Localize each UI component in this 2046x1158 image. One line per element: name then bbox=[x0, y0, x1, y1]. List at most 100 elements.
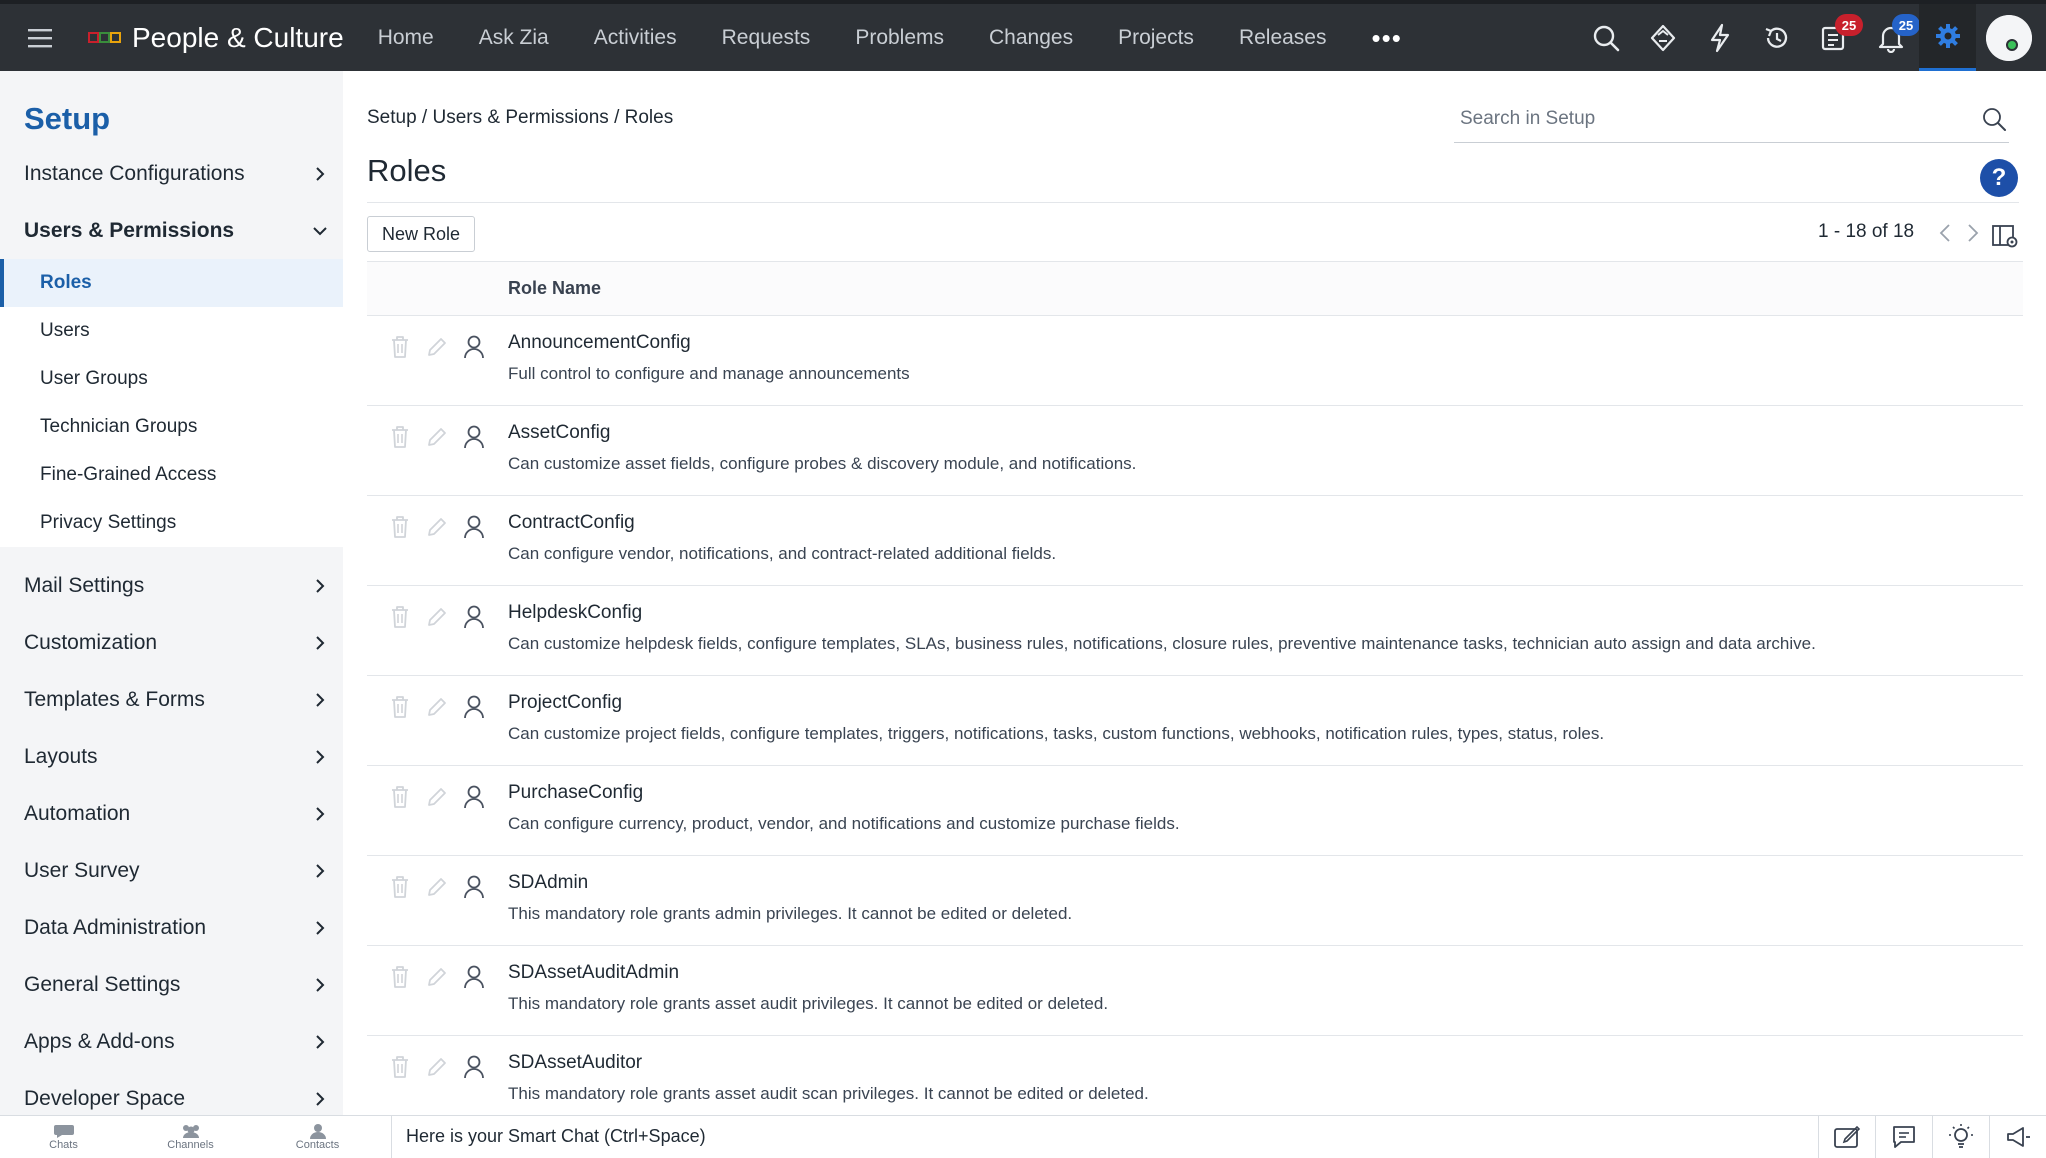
role-name[interactable]: AssetConfig bbox=[508, 422, 1136, 444]
edit-icon[interactable] bbox=[418, 962, 455, 992]
delete-icon[interactable] bbox=[381, 872, 418, 902]
user-icon[interactable] bbox=[455, 1052, 492, 1082]
user-icon[interactable] bbox=[455, 332, 492, 362]
chevron-right-icon bbox=[316, 863, 325, 878]
brand[interactable]: People & Culture bbox=[88, 22, 344, 54]
previous-page-icon[interactable] bbox=[1935, 221, 1955, 245]
column-header-role-name[interactable]: Role Name bbox=[508, 278, 601, 299]
edit-icon[interactable] bbox=[418, 872, 455, 902]
hamburger-menu-icon[interactable] bbox=[20, 18, 60, 58]
sidebar-section-label: Apps & Add-ons bbox=[24, 1029, 175, 1053]
sidebar-section-general-settings[interactable]: General Settings bbox=[0, 956, 343, 1013]
settings-icon[interactable] bbox=[1919, 4, 1976, 71]
nav-problems[interactable]: Problems bbox=[855, 26, 944, 50]
smart-chat-input[interactable]: Here is your Smart Chat (Ctrl+Space) bbox=[406, 1126, 1818, 1147]
role-name[interactable]: SDAssetAuditAdmin bbox=[508, 962, 1108, 984]
edit-icon[interactable] bbox=[418, 332, 455, 362]
delete-icon[interactable] bbox=[381, 962, 418, 992]
nav-activities[interactable]: Activities bbox=[594, 26, 677, 50]
role-cell: HelpdeskConfig Can customize helpdesk fie… bbox=[508, 602, 1816, 654]
sidebar-section-apps-add-ons[interactable]: Apps & Add-ons bbox=[0, 1013, 343, 1070]
sidebar-section-developer-space[interactable]: Developer Space bbox=[0, 1070, 343, 1115]
sidebar-item-privacy-settings[interactable]: Privacy Settings bbox=[0, 499, 343, 547]
sidebar-section-customization[interactable]: Customization bbox=[0, 614, 343, 671]
sidebar-item-roles[interactable]: Roles bbox=[0, 259, 343, 307]
role-name[interactable]: AnnouncementConfig bbox=[508, 332, 910, 354]
delete-icon[interactable] bbox=[381, 332, 418, 362]
compose-note-icon[interactable] bbox=[1818, 1115, 1875, 1158]
user-icon[interactable] bbox=[455, 872, 492, 902]
lightbulb-icon[interactable] bbox=[1932, 1115, 1989, 1158]
delete-icon[interactable] bbox=[381, 1052, 418, 1082]
help-icon[interactable]: ? bbox=[1980, 159, 2018, 197]
user-icon[interactable] bbox=[455, 422, 492, 452]
search-icon[interactable] bbox=[1577, 4, 1634, 71]
new-role-button[interactable]: New Role bbox=[367, 216, 476, 252]
tasks-badge: 25 bbox=[1835, 14, 1863, 36]
role-name[interactable]: SDAssetAuditor bbox=[508, 1052, 1149, 1074]
role-name[interactable]: PurchaseConfig bbox=[508, 782, 1180, 804]
sidebar-section-instance-configurations[interactable]: Instance Configurations bbox=[0, 145, 343, 202]
search-input[interactable] bbox=[1454, 107, 1981, 130]
sidebar-item-user-groups[interactable]: User Groups bbox=[0, 355, 343, 403]
edit-icon[interactable] bbox=[418, 782, 455, 812]
user-icon[interactable] bbox=[455, 692, 492, 722]
sidebar-item-users[interactable]: Users bbox=[0, 307, 343, 355]
user-icon[interactable] bbox=[455, 962, 492, 992]
delete-icon[interactable] bbox=[381, 782, 418, 812]
sidebar-section-data-administration[interactable]: Data Administration bbox=[0, 899, 343, 956]
nav-ask-zia[interactable]: Ask Zia bbox=[479, 26, 549, 50]
announcement-icon[interactable] bbox=[1989, 1115, 2046, 1158]
notifications-icon[interactable]: 25 bbox=[1862, 4, 1920, 71]
sidebar-section-layouts[interactable]: Layouts bbox=[0, 728, 343, 785]
divider bbox=[391, 1115, 392, 1158]
column-settings-icon[interactable] bbox=[1991, 223, 2019, 249]
nav-requests[interactable]: Requests bbox=[722, 26, 811, 50]
search-icon[interactable] bbox=[1981, 106, 2007, 132]
contacts-tab[interactable]: Contacts bbox=[254, 1116, 381, 1158]
edit-icon[interactable] bbox=[418, 1052, 455, 1082]
chevron-right-icon bbox=[316, 1091, 325, 1106]
nav-releases[interactable]: Releases bbox=[1239, 26, 1327, 50]
sidebar-section-user-survey[interactable]: User Survey bbox=[0, 842, 343, 899]
sidebar-item-technician-groups[interactable]: Technician Groups bbox=[0, 403, 343, 451]
delete-icon[interactable] bbox=[381, 692, 418, 722]
user-icon[interactable] bbox=[455, 602, 492, 632]
divider bbox=[367, 202, 2019, 203]
edit-icon[interactable] bbox=[418, 512, 455, 542]
nav-changes[interactable]: Changes bbox=[989, 26, 1073, 50]
sidebar-section-templates-forms[interactable]: Templates & Forms bbox=[0, 671, 343, 728]
role-name[interactable]: ProjectConfig bbox=[508, 692, 1604, 714]
quick-actions-icon[interactable] bbox=[1691, 4, 1748, 71]
sidebar-section-automation[interactable]: Automation bbox=[0, 785, 343, 842]
user-avatar[interactable] bbox=[1986, 14, 2032, 61]
role-description: This mandatory role grants asset audit p… bbox=[508, 994, 1109, 1013]
sidebar-section-mail-settings[interactable]: Mail Settings bbox=[0, 557, 343, 614]
edit-icon[interactable] bbox=[418, 692, 455, 722]
sidebar-section-users-permissions[interactable]: Users & Permissions bbox=[0, 202, 343, 259]
user-icon[interactable] bbox=[455, 512, 492, 542]
delete-icon[interactable] bbox=[381, 602, 418, 632]
role-name[interactable]: SDAdmin bbox=[508, 872, 1072, 894]
messages-icon[interactable] bbox=[1875, 1115, 1932, 1158]
nav-more-button[interactable]: ••• bbox=[1372, 25, 1402, 51]
role-name[interactable]: ContractConfig bbox=[508, 512, 1056, 534]
sidebar-item-fine-grained-access[interactable]: Fine-Grained Access bbox=[0, 451, 343, 499]
edit-icon[interactable] bbox=[418, 422, 455, 452]
pagination-info: 1 - 18 of 18 bbox=[1818, 221, 1915, 242]
channels-tab[interactable]: Channels bbox=[127, 1116, 254, 1158]
edit-icon[interactable] bbox=[418, 602, 455, 632]
zia-icon[interactable] bbox=[1634, 4, 1691, 71]
history-icon[interactable] bbox=[1748, 4, 1805, 71]
nav-projects[interactable]: Projects bbox=[1118, 26, 1194, 50]
notifications-badge: 25 bbox=[1892, 14, 1920, 36]
user-icon[interactable] bbox=[455, 782, 492, 812]
role-name[interactable]: HelpdeskConfig bbox=[508, 602, 1816, 624]
tasks-icon[interactable]: 25 bbox=[1805, 4, 1863, 71]
delete-icon[interactable] bbox=[381, 512, 418, 542]
next-page-icon[interactable] bbox=[1963, 221, 1983, 245]
chevron-right-icon bbox=[316, 977, 325, 992]
nav-home[interactable]: Home bbox=[378, 26, 434, 50]
chats-tab[interactable]: Chats bbox=[0, 1116, 127, 1158]
delete-icon[interactable] bbox=[381, 422, 418, 452]
